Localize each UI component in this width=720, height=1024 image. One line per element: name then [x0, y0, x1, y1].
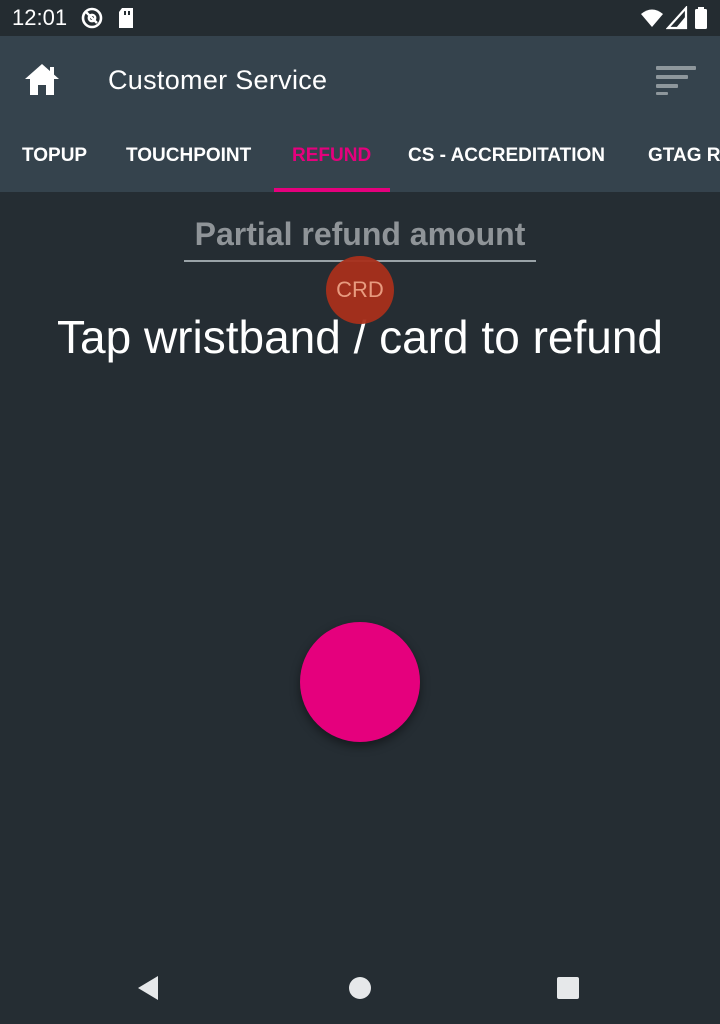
at-sign-icon [80, 6, 104, 35]
nav-bar [0, 952, 720, 1024]
amount-placeholder: Partial refund amount [194, 216, 526, 252]
recents-square-icon[interactable] [556, 976, 580, 1005]
tab-gtag-r[interactable]: GTAG R [648, 120, 720, 192]
cell-signal-icon [665, 5, 688, 35]
home-icon[interactable] [22, 60, 62, 100]
partial-refund-amount-input[interactable]: Partial refund amount [184, 210, 536, 262]
tab-refund[interactable]: REFUND [292, 120, 371, 192]
tab-touchpoint[interactable]: TOUCHPOINT [126, 120, 251, 192]
crd-badge: CRD [326, 256, 394, 324]
tab-bar: TOPUP TOUCHPOINT REFUND CS - ACCREDITATI… [0, 120, 720, 192]
filter-sort-icon[interactable] [652, 62, 700, 98]
tap-action-button[interactable] [300, 622, 420, 742]
status-bar: 12:01 [0, 0, 720, 36]
back-triangle-icon[interactable] [136, 974, 162, 1007]
battery-icon [694, 6, 708, 35]
tab-cs-accreditation[interactable]: CS - ACCREDITATION [408, 120, 605, 192]
status-time: 12:01 [12, 5, 68, 30]
active-tab-indicator [274, 188, 390, 192]
app-bar: Customer Service TOPUP TOUCHPOINT REFUND… [0, 36, 720, 192]
customer-service-screen: 12:01 Customer Service TOPUP TOUCHPOINT … [0, 0, 720, 1024]
sd-card-icon [116, 6, 136, 35]
app-title: Customer Service [108, 65, 328, 95]
tab-topup[interactable]: TOPUP [22, 120, 87, 192]
home-circle-icon[interactable] [348, 976, 372, 1005]
wifi-icon [640, 6, 664, 35]
